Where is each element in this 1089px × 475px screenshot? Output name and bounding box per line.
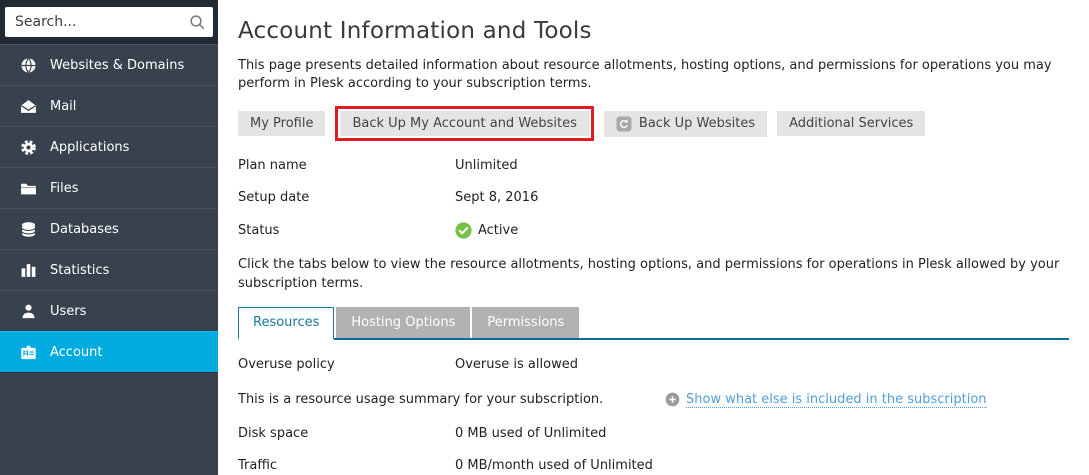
sidebar-search-band [0,0,218,44]
globe-icon [20,57,37,74]
bar-chart-icon [20,262,37,279]
sidebar-item-label: Account [50,345,103,360]
status-label: Status [238,223,455,238]
user-icon [20,303,37,320]
tab-permissions[interactable]: Permissions [472,307,579,338]
tabs-intro-text: Click the tabs below to view the resourc… [238,256,1078,292]
plus-circle-icon[interactable] [665,392,680,407]
plan-name-value: Unlimited [455,158,518,173]
disk-space-row: Disk space 0 MB used of Unlimited [238,426,1069,441]
sidebar: Websites & Domains Mail Applications Fil… [0,0,218,475]
traffic-value: 0 MB/month used of Unlimited [455,458,653,473]
resources-tab-content: Overuse policy Overuse is allowed This i… [238,340,1069,473]
traffic-label: Traffic [238,458,455,473]
backup-icon [616,116,632,132]
sidebar-item-statistics[interactable]: Statistics [0,249,218,290]
overuse-policy-label: Overuse policy [238,357,455,372]
sidebar-item-label: Websites & Domains [50,58,184,73]
sidebar-nav: Websites & Domains Mail Applications Fil… [0,44,218,373]
sidebar-item-label: Applications [50,140,129,155]
sidebar-item-websites-domains[interactable]: Websites & Domains [0,44,218,85]
sidebar-item-files[interactable]: Files [0,167,218,208]
tab-hosting-options[interactable]: Hosting Options [336,307,470,338]
usage-summary-text: This is a resource usage summary for you… [238,392,665,407]
toolbar: My Profile Back Up My Account and Websit… [238,105,1069,142]
plan-name-row: Plan name Unlimited [238,158,1069,173]
backup-websites-label: Back Up Websites [639,116,755,131]
sidebar-item-mail[interactable]: Mail [0,85,218,126]
sidebar-item-label: Databases [50,222,119,237]
sidebar-item-label: Files [50,181,79,196]
disk-space-label: Disk space [238,426,455,441]
search-icon[interactable] [189,14,206,35]
disk-space-value: 0 MB used of Unlimited [455,426,606,441]
sidebar-item-databases[interactable]: Databases [0,208,218,249]
setup-date-label: Setup date [238,190,455,205]
red-highlight-annotation: Back Up My Account and Websites [335,106,593,141]
sidebar-item-label: Users [50,304,86,319]
status-active-check-icon [455,222,472,239]
tab-resources[interactable]: Resources [238,307,334,340]
plan-name-label: Plan name [238,158,455,173]
traffic-row: Traffic 0 MB/month used of Unlimited [238,458,1069,473]
show-subscription-details-link[interactable]: Show what else is included in the subscr… [686,392,987,408]
usage-summary-row: This is a resource usage summary for you… [238,392,1069,408]
page-description: This page presents detailed information … [238,57,1078,93]
sidebar-item-applications[interactable]: Applications [0,126,218,167]
sidebar-divider [0,372,218,373]
additional-services-button[interactable]: Additional Services [777,111,925,136]
setup-date-value: Sept 8, 2016 [455,190,538,205]
page-title: Account Information and Tools [238,18,1069,44]
mail-icon [20,98,37,115]
overuse-policy-row: Overuse policy Overuse is allowed [238,357,1069,372]
main-content: Account Information and Tools This page … [218,0,1089,475]
setup-date-row: Setup date Sept 8, 2016 [238,190,1069,205]
status-row: Status Active [238,222,1069,239]
backup-websites-button[interactable]: Back Up Websites [604,111,767,137]
sidebar-item-label: Statistics [50,263,109,278]
sidebar-item-account[interactable]: Account [0,331,218,372]
gear-icon [20,139,37,156]
folder-icon [20,180,37,197]
sidebar-item-label: Mail [50,99,76,114]
my-profile-button[interactable]: My Profile [238,111,325,136]
backup-account-button[interactable]: Back Up My Account and Websites [340,111,588,136]
database-icon [20,221,37,238]
id-card-icon [20,344,37,361]
tab-bar: Resources Hosting Options Permissions [238,307,1069,340]
search-input[interactable] [5,7,213,37]
overuse-policy-value: Overuse is allowed [455,357,578,372]
status-value: Active [478,223,518,238]
sidebar-item-users[interactable]: Users [0,290,218,331]
